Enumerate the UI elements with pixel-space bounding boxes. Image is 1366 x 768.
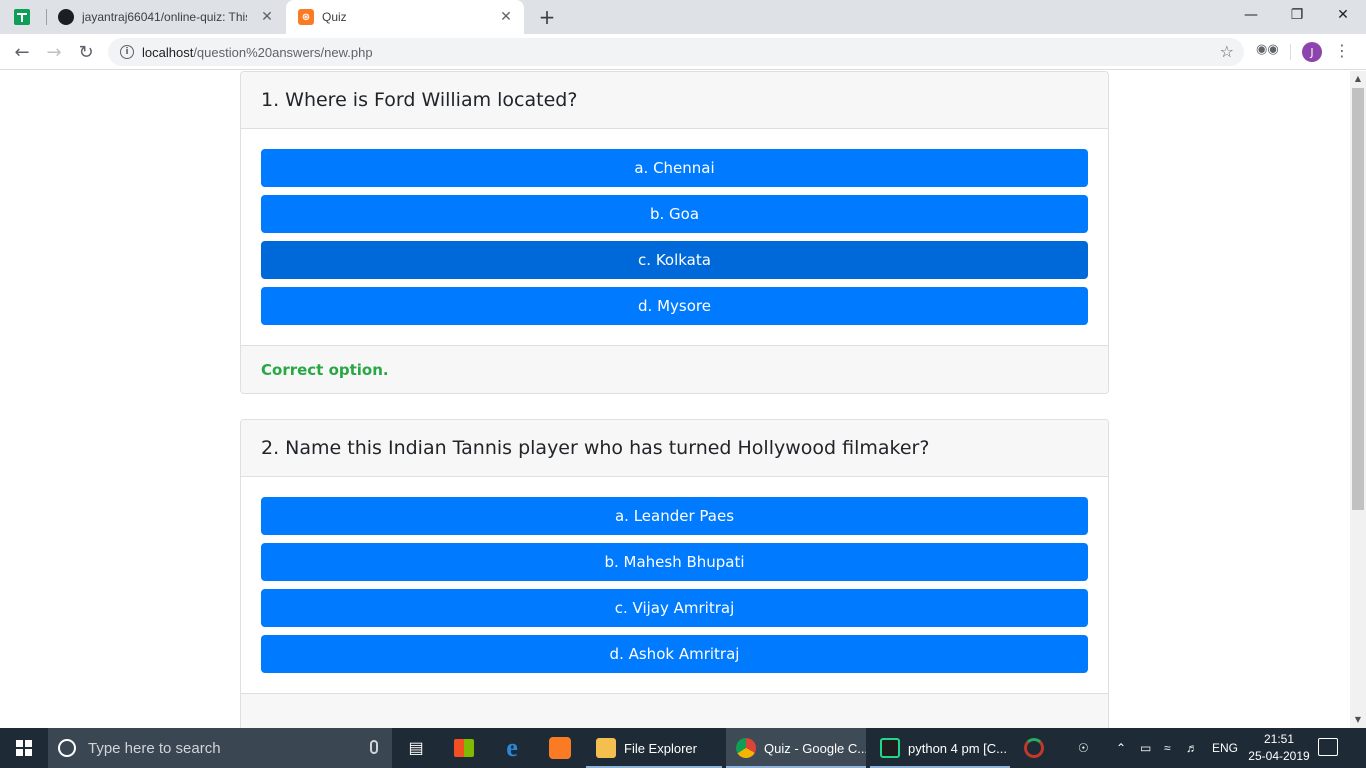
toolbar-separator: [1290, 44, 1291, 60]
page-scrollbar[interactable]: ▲ ▼: [1350, 71, 1366, 728]
tab-github[interactable]: jayantraj66041/online-quiz: This … ✕: [50, 0, 285, 34]
github-icon: [58, 9, 74, 25]
language-indicator[interactable]: ENG: [1212, 728, 1238, 768]
back-button[interactable]: ←: [10, 40, 34, 64]
edge-icon[interactable]: e: [488, 728, 536, 768]
option-button[interactable]: b. Mahesh Bhupati: [261, 543, 1088, 581]
taskbar-app-label: python 4 pm [C...: [908, 740, 1007, 756]
taskbar-app-label: Quiz - Google C...: [764, 740, 866, 756]
clock-time: 21:51: [1263, 732, 1295, 746]
minimize-button[interactable]: —: [1228, 0, 1274, 30]
xampp-icon: ⊛: [298, 9, 314, 25]
question-card: 1. Where is Ford William located? a. Che…: [240, 71, 1109, 394]
tab-quiz[interactable]: ⊛ Quiz ✕: [286, 0, 524, 34]
question-title: 2. Name this Indian Tannis player who ha…: [241, 420, 1108, 477]
notification-icon[interactable]: [1318, 738, 1338, 756]
page-viewport: 1. Where is Ford William located? a. Che…: [0, 71, 1350, 728]
tab-close-icon[interactable]: ✕: [498, 9, 514, 25]
info-icon[interactable]: i: [120, 45, 134, 59]
pycharm-icon: [880, 738, 900, 758]
tab-strip: jayantraj66041/online-quiz: This … ✕ ⊛ Q…: [0, 0, 1366, 34]
people-icon[interactable]: ☉: [1078, 728, 1089, 768]
browser-toolbar: ← → ↻ i localhost/question%20answers/new…: [0, 34, 1366, 70]
xampp-taskbar-icon[interactable]: [536, 728, 584, 768]
browser-menu-icon[interactable]: ⋮: [1334, 40, 1350, 64]
window-close-button[interactable]: ✕: [1320, 0, 1366, 30]
task-view-icon[interactable]: ▤: [392, 728, 440, 768]
forward-button[interactable]: →: [42, 40, 66, 64]
tab-close-icon[interactable]: ✕: [259, 9, 275, 25]
store-icon[interactable]: [440, 728, 488, 768]
tray-chevron-icon[interactable]: ⌃: [1116, 728, 1126, 768]
scroll-up-icon[interactable]: ▲: [1350, 71, 1366, 87]
sheets-icon: [14, 9, 30, 25]
url-text: localhost/question%20answers/new.php: [142, 45, 373, 60]
url-host: localhost: [142, 44, 194, 60]
url-path: /question%20answers/new.php: [193, 44, 373, 60]
taskbar-pycharm[interactable]: python 4 pm [C...: [870, 728, 1010, 768]
address-bar[interactable]: i localhost/question%20answers/new.php ☆: [108, 38, 1244, 66]
scroll-thumb[interactable]: [1352, 88, 1364, 510]
taskbar-file-explorer[interactable]: File Explorer: [586, 728, 722, 768]
question-footer: [241, 693, 1108, 728]
option-button[interactable]: a. Leander Paes: [261, 497, 1088, 535]
tab-separator: [46, 9, 47, 25]
new-tab-button[interactable]: +: [537, 5, 557, 29]
option-button[interactable]: b. Goa: [261, 195, 1088, 233]
start-button[interactable]: [0, 728, 48, 768]
feedback-text: Correct option.: [261, 360, 389, 379]
taskbar-clock[interactable]: 21:51 25-04-2019: [1244, 731, 1314, 765]
option-button-selected[interactable]: c. Kolkata: [261, 241, 1088, 279]
taskbar-chrome[interactable]: Quiz - Google C...: [726, 728, 866, 768]
tab-pinned-sheets[interactable]: [0, 0, 44, 34]
search-placeholder: Type here to search: [88, 739, 221, 757]
cortana-icon: [58, 739, 76, 757]
wifi-icon[interactable]: ≈: [1164, 728, 1171, 768]
option-button[interactable]: d. Mysore: [261, 287, 1088, 325]
question-title: 1. Where is Ford William located?: [241, 72, 1108, 129]
options-list: a. Leander Paes b. Mahesh Bhupati c. Vij…: [241, 477, 1108, 693]
extension-icon[interactable]: ◉◉: [1256, 42, 1279, 62]
options-list: a. Chennai b. Goa c. Kolkata d. Mysore: [241, 129, 1108, 345]
option-button[interactable]: c. Vijay Amritraj: [261, 589, 1088, 627]
scroll-down-icon[interactable]: ▼: [1350, 712, 1366, 728]
microphone-icon[interactable]: [370, 740, 378, 754]
reload-button[interactable]: ↻: [74, 40, 98, 64]
app-icon[interactable]: [1010, 728, 1058, 768]
taskbar-app-label: File Explorer: [624, 740, 697, 756]
windows-logo-icon: [16, 740, 32, 756]
tab-title: Quiz: [322, 10, 347, 24]
chrome-icon: [736, 738, 756, 758]
volume-icon[interactable]: ♬: [1186, 728, 1198, 768]
question-card: 2. Name this Indian Tannis player who ha…: [240, 419, 1109, 728]
battery-icon[interactable]: ▭: [1140, 728, 1151, 768]
option-button[interactable]: d. Ashok Amritraj: [261, 635, 1088, 673]
taskbar-search[interactable]: Type here to search: [48, 728, 392, 768]
clock-date: 25-04-2019: [1248, 749, 1310, 763]
bookmark-star-icon[interactable]: ☆: [1220, 42, 1234, 61]
profile-avatar[interactable]: J: [1302, 42, 1322, 62]
question-footer: Correct option.: [241, 345, 1108, 393]
maximize-button[interactable]: ❐: [1274, 0, 1320, 30]
windows-taskbar: Type here to search ▤ e File Explorer Qu…: [0, 728, 1366, 768]
folder-icon: [596, 738, 616, 758]
tab-title: jayantraj66041/online-quiz: This …: [82, 10, 247, 24]
option-button[interactable]: a. Chennai: [261, 149, 1088, 187]
